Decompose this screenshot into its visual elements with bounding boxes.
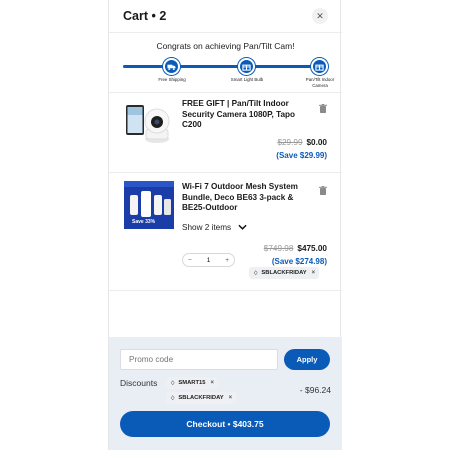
discount-chip: ♢ SMART15 × <box>166 377 218 389</box>
promo-code-input[interactable] <box>120 349 278 370</box>
tag-icon: ♢ <box>170 380 176 387</box>
tag-icon: ♢ <box>170 395 176 402</box>
price-row: $749.98 $475.00 <box>264 244 327 253</box>
product-image-mesh[interactable]: Save 33% <box>124 181 174 229</box>
remove-discount-button[interactable]: × <box>210 380 214 386</box>
sale-price: $0.00 <box>306 138 328 147</box>
milestone-label: Smart Light Bulb <box>230 77 264 82</box>
discount-code: SMART15 <box>178 380 206 386</box>
savings-text: (Save $29.99) <box>276 151 327 160</box>
discount-code: SBLACKFRIDAY <box>178 395 224 401</box>
apply-button[interactable]: Apply <box>284 349 330 370</box>
cart-title: Cart • 2 <box>123 9 167 23</box>
quantity-value[interactable]: 1 <box>207 257 211 264</box>
gift-icon <box>238 58 255 75</box>
price-row: $29.99 $0.00 <box>277 138 327 147</box>
checkout-button[interactable]: Checkout • $403.75 <box>120 411 330 437</box>
truck-icon <box>163 58 180 75</box>
gift-icon <box>311 58 328 75</box>
increase-button[interactable]: + <box>225 257 229 264</box>
image-badge: Save 33% <box>132 219 156 225</box>
close-button[interactable]: ✕ <box>312 8 328 24</box>
trash-icon[interactable] <box>319 100 327 113</box>
quantity-stepper: − 1 + <box>182 253 235 267</box>
divider <box>109 290 342 291</box>
chevron-down-icon <box>238 223 248 232</box>
discount-chip: ♢ SBLACKFRIDAY × <box>166 392 237 404</box>
cart-item: FREE GIFT | Pan/Tilt Indoor Security Cam… <box>109 92 342 172</box>
remove-discount-button[interactable]: × <box>229 395 233 401</box>
discount-amount: - $96.24 <box>299 385 331 395</box>
cart-header: Cart • 2 ✕ <box>109 0 342 33</box>
coupon-chip: ♢ SBLACKFRIDAY × <box>249 267 320 279</box>
sale-price: $475.00 <box>297 244 327 253</box>
milestone-label: Pan/Tilt Indoor Camera <box>305 77 335 88</box>
original-price: $749.98 <box>263 244 294 253</box>
discounts-label: Discounts <box>120 378 158 388</box>
original-price: $29.99 <box>277 138 303 147</box>
item-name[interactable]: Wi-Fi 7 Outdoor Mesh System Bundle, Deco… <box>182 182 312 214</box>
item-name[interactable]: FREE GIFT | Pan/Tilt Indoor Security Cam… <box>182 99 312 131</box>
remove-coupon-button[interactable]: × <box>312 270 316 276</box>
tag-icon: ♢ <box>253 270 259 277</box>
reward-progress-bar: Free Shipping Smart Light Bulb Pan/Tilt … <box>123 58 334 88</box>
page-frame: Cart • 2 ✕ Congrats on achieving Pan/Til… <box>0 0 450 450</box>
cart-drawer: Cart • 2 ✕ Congrats on achieving Pan/Til… <box>108 0 342 450</box>
cart-footer: Apply Discounts ♢ SMART15 × ♢ SBLACKFRID… <box>109 337 342 450</box>
coupon-code: SBLACKFRIDAY <box>261 270 307 276</box>
product-image-camera[interactable] <box>124 99 174 147</box>
milestone-label: Free Shipping <box>158 77 186 82</box>
trash-icon[interactable] <box>319 182 327 195</box>
decrease-button[interactable]: − <box>188 257 192 264</box>
progress-track <box>123 65 328 68</box>
cart-item: Save 33% Wi-Fi 7 Outdoor Mesh System Bun… <box>109 172 342 290</box>
show-items-toggle[interactable]: Show 2 items <box>182 223 248 232</box>
show-items-label: Show 2 items <box>182 223 232 232</box>
savings-text: (Save $274.98) <box>271 257 327 266</box>
progress-message: Congrats on achieving Pan/Tilt Cam! <box>156 41 295 51</box>
